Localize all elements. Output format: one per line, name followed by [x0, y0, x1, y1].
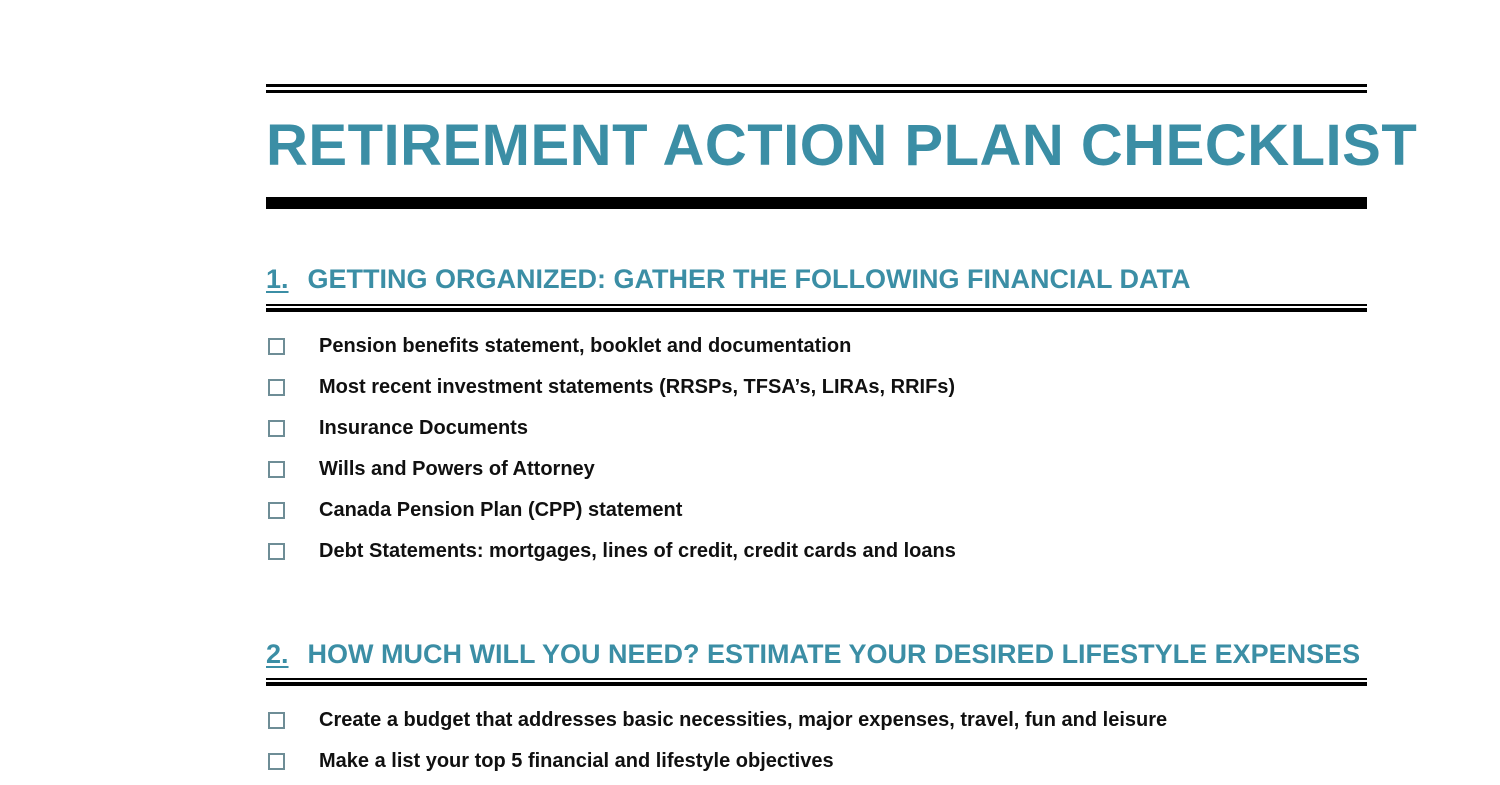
- list-item[interactable]: Wills and Powers of Attorney: [266, 449, 1367, 490]
- list-item[interactable]: Canada Pension Plan (CPP) statement: [266, 490, 1367, 531]
- section-2-title: HOW MUCH WILL YOU NEED? ESTIMATE YOUR DE…: [307, 638, 1361, 669]
- document-content-column: RETIREMENT ACTION PLAN CHECKLIST 1. GETT…: [266, 0, 1418, 783]
- checkbox-icon[interactable]: [268, 378, 285, 396]
- list-item-label: Insurance Documents: [319, 416, 528, 439]
- list-item[interactable]: Most recent investment statements (RRSPs…: [266, 367, 1367, 408]
- section-1-checklist: Pension benefits statement, booklet and …: [266, 326, 1367, 572]
- list-item[interactable]: Create a budget that addresses basic nec…: [266, 700, 1367, 741]
- section-how-much-will-you-need: 2. HOW MUCH WILL YOU NEED? ESTIMATE YOUR…: [266, 638, 1367, 783]
- section-2-checklist: Create a budget that addresses basic nec…: [266, 700, 1367, 782]
- list-item-label: Make a list your top 5 financial and lif…: [319, 750, 834, 773]
- title-top-double-rule: [266, 84, 1367, 93]
- checkbox-icon[interactable]: [268, 542, 285, 560]
- checkbox-icon[interactable]: [268, 501, 285, 519]
- section-getting-organized: 1. GETTING ORGANIZED: GATHER THE FOLLOWI…: [266, 264, 1367, 572]
- title-bottom-thick-rule: [266, 197, 1367, 209]
- section-2-number: 2.: [266, 638, 289, 669]
- checkbox-icon[interactable]: [268, 337, 285, 355]
- document-page: RETIREMENT ACTION PLAN CHECKLIST 1. GETT…: [0, 0, 1500, 785]
- list-item-label: Debt Statements: mortgages, lines of cre…: [319, 539, 956, 562]
- checkbox-icon[interactable]: [268, 753, 285, 771]
- section-2-double-rule: [266, 678, 1367, 687]
- checkbox-icon[interactable]: [268, 460, 285, 478]
- page-title: RETIREMENT ACTION PLAN CHECKLIST: [266, 113, 1418, 178]
- list-item[interactable]: Insurance Documents: [266, 408, 1367, 449]
- list-item[interactable]: Make a list your top 5 financial and lif…: [266, 741, 1367, 782]
- list-item-label: Create a budget that addresses basic nec…: [319, 709, 1168, 732]
- document-title-block: RETIREMENT ACTION PLAN CHECKLIST: [266, 84, 1418, 209]
- list-item-label: Wills and Powers of Attorney: [319, 457, 595, 480]
- list-item-label: Most recent investment statements (RRSPs…: [319, 375, 956, 398]
- list-item-label: Canada Pension Plan (CPP) statement: [319, 498, 683, 521]
- section-1-number: 1.: [266, 264, 289, 294]
- checkbox-icon[interactable]: [268, 419, 285, 437]
- section-1-heading: 1. GETTING ORGANIZED: GATHER THE FOLLOWI…: [266, 264, 1367, 304]
- checkbox-icon[interactable]: [268, 712, 285, 730]
- section-2-heading: 2. HOW MUCH WILL YOU NEED? ESTIMATE YOUR…: [266, 638, 1367, 679]
- section-1-title: GETTING ORGANIZED: GATHER THE FOLLOWING …: [307, 264, 1191, 294]
- list-item[interactable]: Debt Statements: mortgages, lines of cre…: [266, 531, 1367, 572]
- section-1-double-rule: [266, 303, 1367, 312]
- list-item-label: Pension benefits statement, booklet and …: [319, 334, 852, 357]
- list-item[interactable]: Pension benefits statement, booklet and …: [266, 326, 1367, 367]
